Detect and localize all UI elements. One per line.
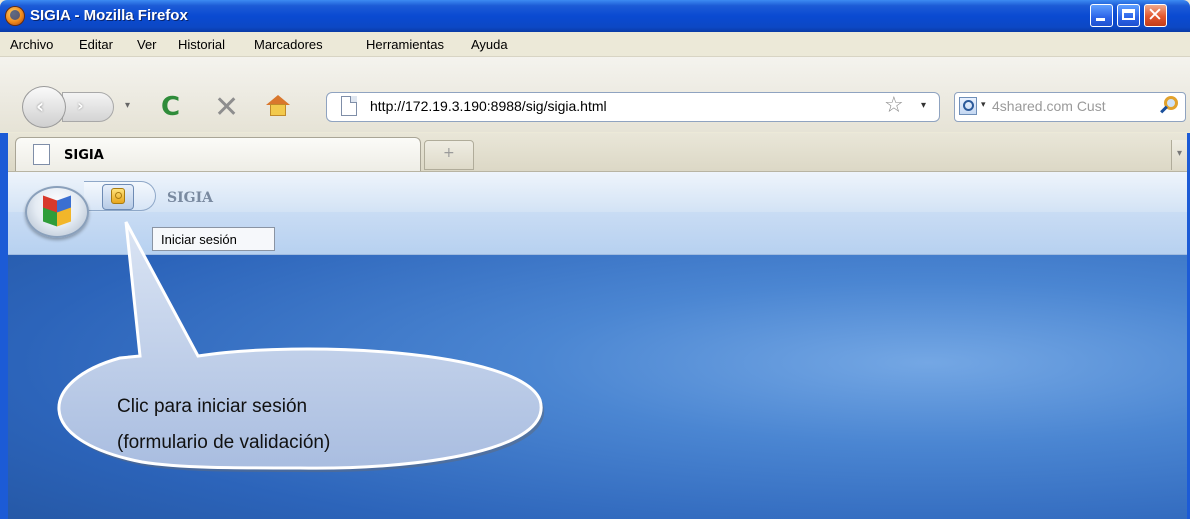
callout-line-2: (formulario de validación): [117, 432, 331, 453]
callout-line-1: Clic para iniciar sesión: [117, 396, 308, 417]
window-border-left: [0, 133, 8, 519]
browser-window: SIGIA - Mozilla Firefox ✕ Archivo Editar…: [0, 0, 1190, 519]
